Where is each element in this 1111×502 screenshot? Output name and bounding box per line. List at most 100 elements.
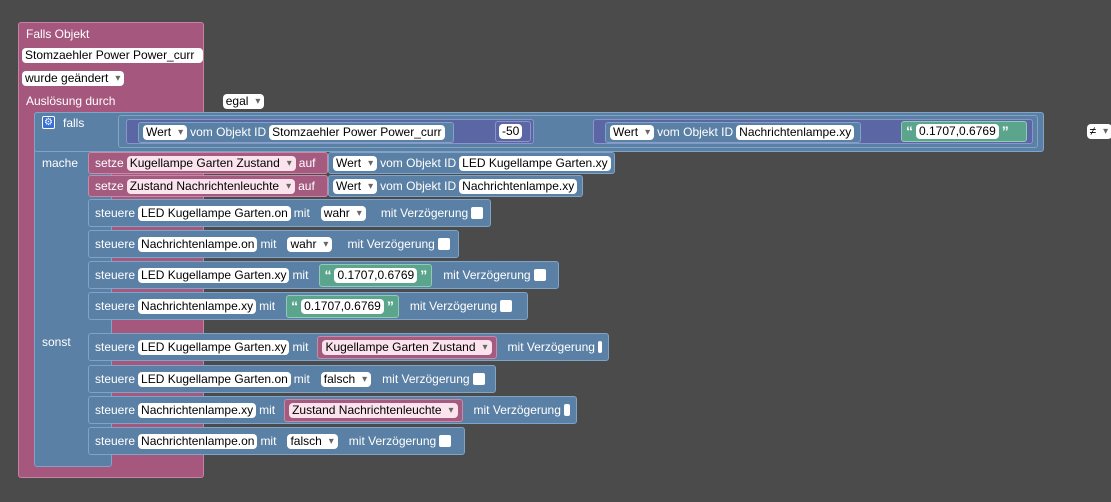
get-value-block[interactable]: Wert vom Objekt ID Nachrichtenlampe.xy: [328, 175, 583, 197]
object-id-field[interactable]: Nachrichtenlampe.on: [138, 236, 258, 252]
delay-checkbox[interactable]: [471, 207, 484, 219]
value-dropdown[interactable]: Wert: [333, 155, 378, 171]
with-label: mit: [259, 298, 276, 313]
to-label: auf: [298, 178, 315, 193]
with-label: mit: [260, 236, 277, 251]
set-variable-block[interactable]: setze Kugellampe Garten Zustand auf: [88, 152, 328, 174]
quote-open-icon: “: [291, 297, 299, 314]
control-block[interactable]: steuere LED Kugellampe Garten.xy mit “ 0…: [88, 261, 559, 289]
with-label: mit: [293, 371, 310, 386]
with-label: mit: [293, 205, 310, 220]
with-delay-label: mit Verzögerung: [380, 205, 469, 220]
quote-close-icon: ”: [1001, 123, 1009, 139]
do-label: mache: [42, 156, 79, 170]
event-trigger-dropdown[interactable]: egal: [222, 94, 265, 109]
get-value-block-2[interactable]: Wert vom Objekt ID Nachrichtenlampe.xy: [605, 122, 861, 143]
object-id-field[interactable]: Nachrichtenlampe.xy: [138, 298, 257, 314]
with-label: mit: [292, 339, 309, 354]
control-label: steuere: [95, 205, 136, 220]
control-block[interactable]: steuere Nachrichtenlampe.xy mit “ 0.1707…: [88, 292, 528, 320]
with-label: mit: [292, 267, 309, 282]
get-variable-block[interactable]: Zustand Nachrichtenleuchte: [284, 398, 463, 422]
event-title: Falls Objekt: [26, 27, 90, 41]
event-object-id-field[interactable]: Stomzaehler Power Power_curr: [22, 48, 203, 63]
string-block[interactable]: “ 0.1707,0.6769 ”: [901, 121, 1027, 142]
value-dropdown[interactable]: Wert: [610, 125, 655, 140]
variable-dropdown[interactable]: Zustand Nachrichtenleuchte: [126, 178, 296, 194]
object-id-field[interactable]: LED Kugellampe Garten.xy: [138, 267, 290, 283]
with-delay-label: mit Verzögerung: [348, 433, 437, 448]
operator-dropdown[interactable]: ≠: [1086, 124, 1111, 139]
quote-close-icon: ”: [386, 297, 394, 314]
control-label: steuere: [95, 236, 136, 251]
object-id-field[interactable]: Nachrichtenlampe.on: [138, 433, 258, 449]
variable-dropdown[interactable]: Kugellampe Garten Zustand: [126, 155, 296, 171]
object-id-field[interactable]: Nachrichtenlampe.xy: [736, 125, 855, 140]
object-id-field[interactable]: Nachrichtenlampe.xy: [459, 178, 578, 194]
string-block[interactable]: “ 0.1707,0.6769 ”: [286, 294, 399, 318]
quote-open-icon: “: [324, 266, 332, 283]
control-label: steuere: [95, 371, 136, 386]
delay-checkbox[interactable]: [500, 300, 513, 312]
string-field[interactable]: 0.1707,0.6769: [301, 298, 384, 314]
from-object-label: vom Objekt ID: [380, 178, 457, 193]
delay-checkbox[interactable]: [533, 269, 546, 281]
with-delay-label: mit Verzögerung: [382, 371, 470, 386]
from-object-label: vom Objekt ID: [380, 155, 457, 170]
variable-dropdown[interactable]: Zustand Nachrichtenleuchte: [289, 402, 458, 418]
control-label: steuere: [95, 402, 136, 417]
string-field[interactable]: 0.1707,0.6769: [334, 267, 418, 283]
boolean-dropdown[interactable]: wahr: [287, 236, 333, 252]
event-change-dropdown[interactable]: wurde geändert: [22, 71, 125, 86]
variable-dropdown[interactable]: Kugellampe Garten Zustand: [322, 339, 492, 355]
event-trigger-label: Auslösung durch: [26, 94, 116, 108]
control-label: steuere: [95, 267, 136, 282]
string-block[interactable]: “ 0.1707,0.6769 ”: [319, 263, 433, 287]
delay-checkbox[interactable]: [563, 404, 570, 416]
with-delay-label: mit Verzögerung: [473, 402, 561, 417]
with-label: mit: [259, 402, 276, 417]
control-block[interactable]: steuere LED Kugellampe Garten.on mit fal…: [88, 365, 496, 393]
with-delay-label: mit Verzögerung: [409, 298, 498, 313]
control-block[interactable]: steuere Nachrichtenlampe.on mit falsch m…: [88, 427, 465, 455]
set-label: setze: [95, 155, 124, 170]
boolean-dropdown[interactable]: falsch: [320, 371, 372, 387]
control-block[interactable]: steuere Nachrichtenlampe.xy mit Zustand …: [88, 396, 577, 424]
object-id-field[interactable]: LED Kugellampe Garten.xy: [459, 155, 611, 171]
delay-checkbox[interactable]: [437, 238, 450, 250]
to-label: auf: [298, 155, 316, 170]
with-label: mit: [260, 433, 277, 448]
with-delay-label: mit Verzögerung: [507, 339, 595, 354]
object-id-field[interactable]: LED Kugellampe Garten.on: [138, 371, 291, 387]
boolean-dropdown[interactable]: wahr: [320, 205, 366, 221]
else-label: sonst: [42, 335, 71, 349]
value-dropdown[interactable]: Wert: [333, 178, 378, 194]
delay-checkbox[interactable]: [472, 373, 485, 385]
control-block[interactable]: steuere Nachrichtenlampe.on mit wahr mit…: [88, 230, 459, 258]
set-variable-block[interactable]: setze Zustand Nachrichtenleuchte auf: [88, 175, 328, 197]
quote-open-icon: “: [906, 123, 913, 139]
control-label: steuere: [95, 433, 136, 448]
get-value-block-1[interactable]: Wert vom Objekt ID Stomzaehler Power Pow…: [138, 122, 454, 143]
object-id-field[interactable]: LED Kugellampe Garten.xy: [138, 339, 290, 355]
value-dropdown[interactable]: Wert: [143, 125, 188, 140]
from-object-label: vom Objekt ID: [190, 125, 267, 139]
boolean-dropdown[interactable]: falsch: [287, 433, 338, 449]
object-id-field[interactable]: LED Kugellampe Garten.on: [138, 205, 291, 221]
get-variable-block[interactable]: Kugellampe Garten Zustand: [317, 335, 497, 359]
object-id-field[interactable]: Nachrichtenlampe.xy: [138, 402, 257, 418]
delay-checkbox[interactable]: [439, 435, 452, 447]
with-delay-label: mit Verzögerung: [443, 267, 531, 282]
gear-icon[interactable]: ⚙: [42, 116, 55, 129]
get-value-block[interactable]: Wert vom Objekt ID LED Kugellampe Garten…: [328, 152, 615, 174]
control-block[interactable]: steuere LED Kugellampe Garten.xy mit Kug…: [88, 333, 609, 361]
string-field[interactable]: 0.1707,0.6769: [916, 124, 999, 139]
quote-close-icon: ”: [420, 266, 428, 283]
delay-checkbox[interactable]: [597, 341, 602, 353]
set-label: setze: [95, 178, 124, 193]
control-block[interactable]: steuere LED Kugellampe Garten.on mit wah…: [88, 199, 491, 227]
from-object-label: vom Objekt ID: [657, 125, 734, 139]
object-id-field[interactable]: Stomzaehler Power Power_curr: [269, 125, 445, 140]
number-field[interactable]: -50: [499, 124, 523, 139]
control-label: steuere: [95, 339, 136, 354]
